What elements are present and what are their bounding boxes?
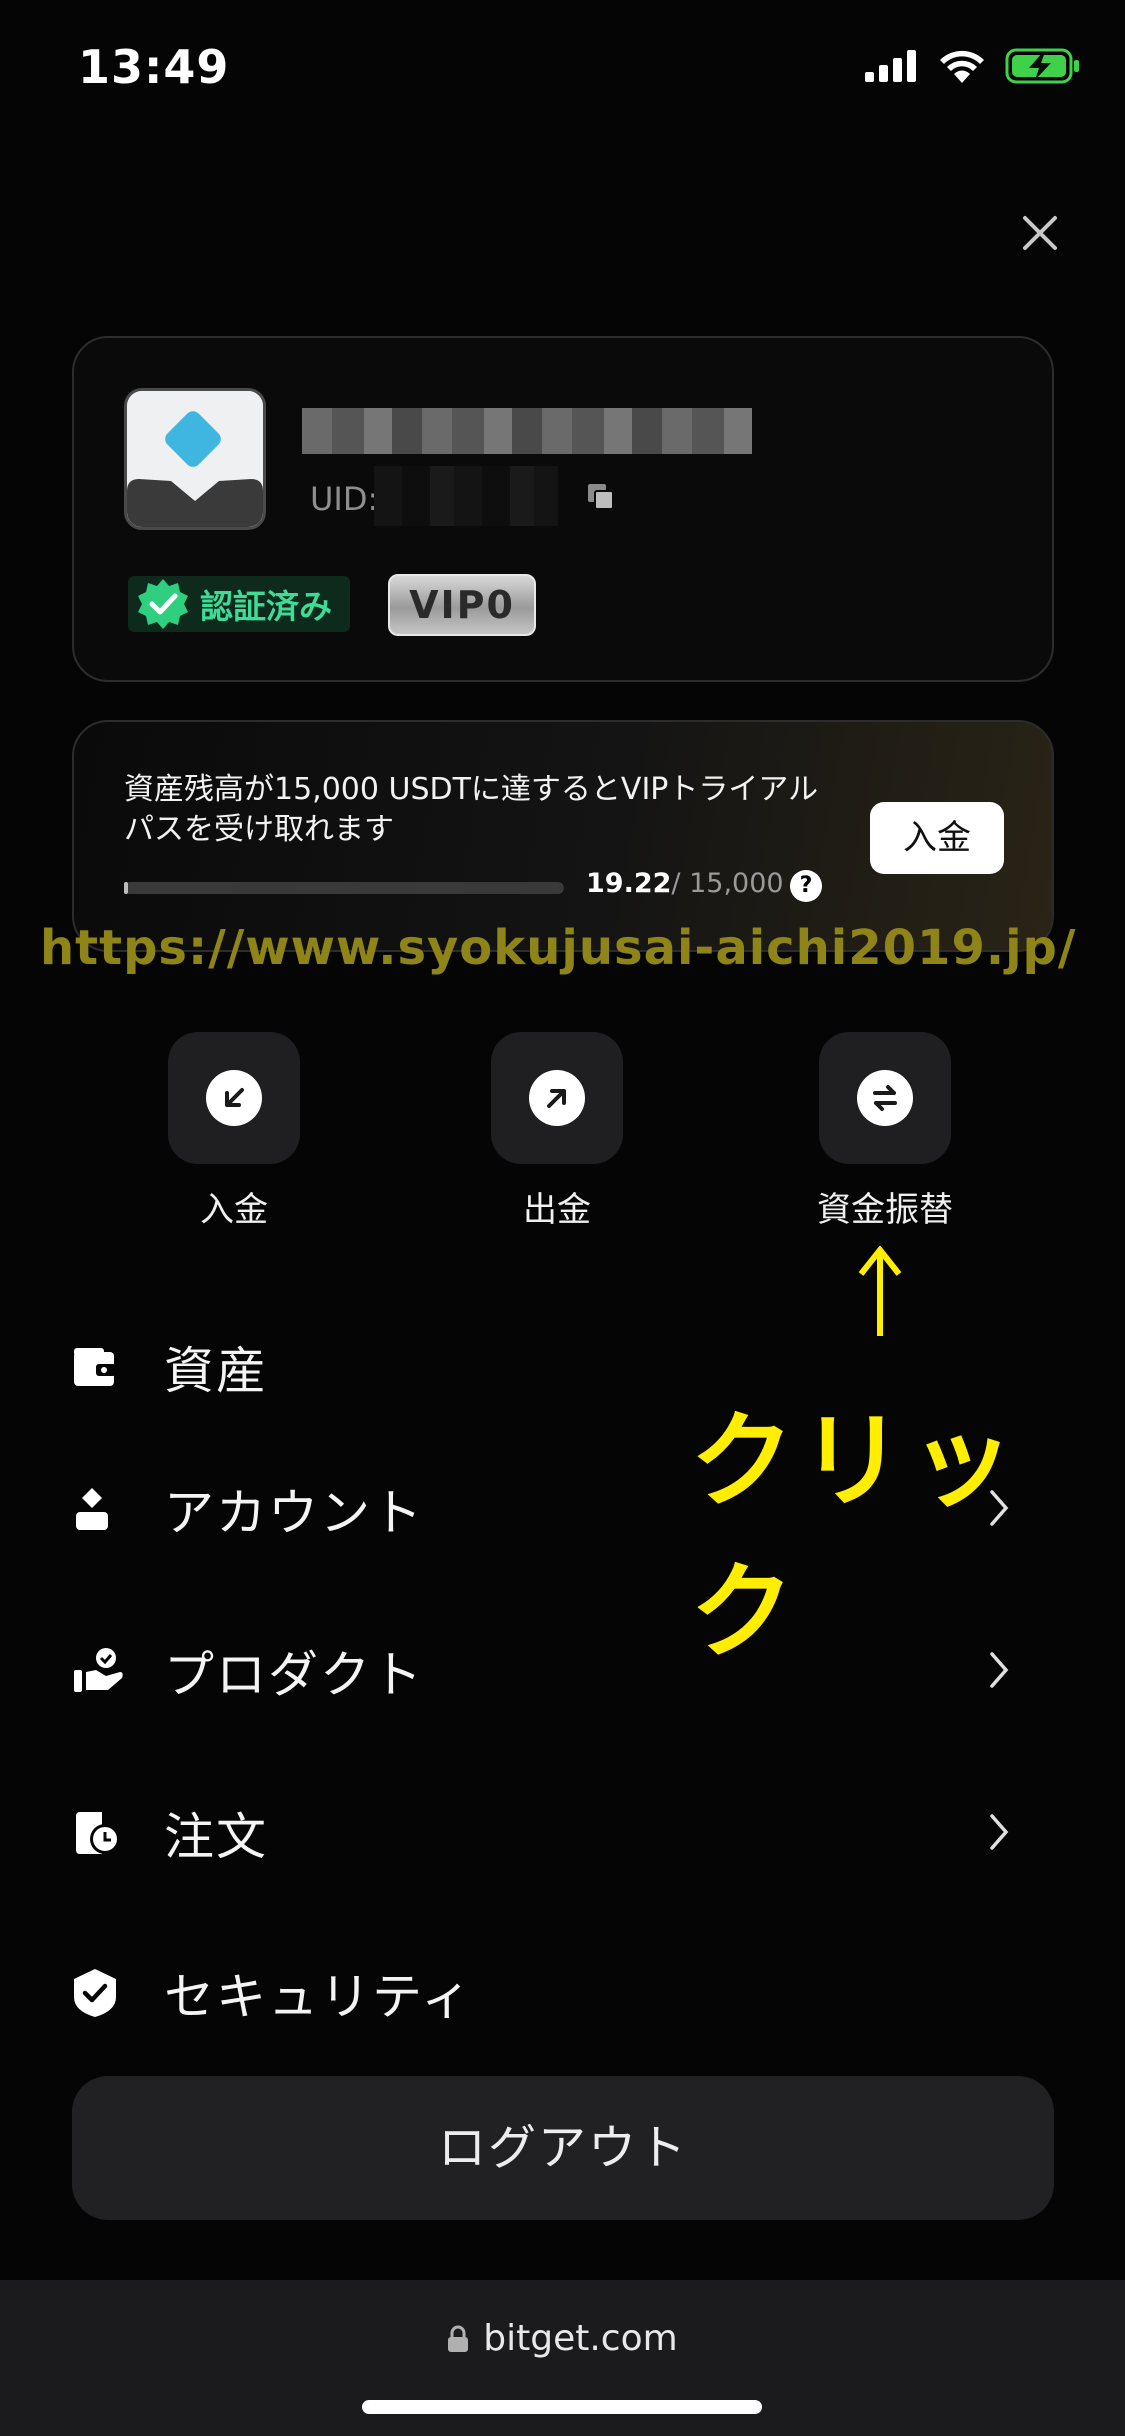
menu-item-products[interactable]: プロダクト [72,1626,1054,1716]
menu-label: セキュリティ [164,1968,473,2026]
signal-icon [865,50,916,82]
menu-label: 資産 [164,1342,268,1400]
verified-badge: 認証済み [128,576,350,632]
menu-item-orders[interactable]: 注文 [72,1788,1054,1878]
menu-item-account[interactable]: アカウント [72,1464,1054,1554]
quick-action-transfer[interactable]: 資金振替 [785,1032,985,1231]
vip-progress-fill [124,882,128,894]
chevron-right-icon [990,1814,1009,1850]
menu-label: アカウント [164,1484,424,1542]
username-redacted [302,408,752,454]
avatar-image-icon [127,391,263,527]
transfer-button[interactable] [819,1032,951,1164]
wallet-icon [74,1348,116,1386]
quick-action-label: 入金 [200,1190,268,1230]
logout-button[interactable]: ログアウト [72,2076,1054,2220]
uid-label: UID: [310,480,379,518]
quick-action-deposit[interactable]: 入金 [134,1032,334,1231]
order-clock-icon [76,1812,120,1854]
chevron-right-icon [990,1652,1009,1688]
home-indicator[interactable] [362,2400,762,2414]
deposit-button[interactable] [168,1032,300,1164]
vip-progress-value: 19.22/ 15,000 [586,868,784,899]
deposit-arrow-icon [225,1088,244,1107]
vip-progress-track [124,882,564,894]
avatar[interactable] [124,388,266,530]
copy-icon[interactable] [586,482,616,512]
quick-action-label: 出金 [523,1190,591,1230]
withdraw-button[interactable] [491,1032,623,1164]
transfer-icon [873,1085,897,1111]
progress-max: / 15,000 [671,868,784,899]
progress-current: 19.22 [586,868,672,899]
product-hand-icon [74,1648,123,1692]
uid-redacted [374,466,558,526]
browser-url-bar[interactable]: bitget.com [0,2318,1125,2359]
vip-trial-message: 資産残高が15,000 USDTに達するとVIPトライアルパスを受け取れます [124,772,819,847]
battery-charging-icon [1005,48,1079,84]
help-icon[interactable]: ? [790,870,822,902]
chevron-right-icon [990,1490,1009,1526]
shield-check-icon [74,1969,116,2017]
menu-item-security[interactable]: セキュリティ [72,1948,1054,2038]
menu-label: 注文 [164,1808,268,1866]
wifi-icon [940,50,984,83]
verified-label: 認証済み [200,587,332,626]
trial-deposit-button[interactable]: 入金 [870,802,1004,874]
close-icon[interactable] [1015,208,1065,258]
status-time: 13:49 [78,40,230,94]
status-icons [865,48,1081,84]
profile-card: UID: 認証済み VIP0 [72,336,1054,682]
quick-action-withdraw[interactable]: 出金 [457,1032,657,1231]
url-text: bitget.com [483,2318,678,2359]
menu-item-assets[interactable]: 資産 [72,1322,1054,1412]
lock-icon [448,2325,469,2352]
withdraw-arrow-icon [547,1089,566,1108]
quick-action-label: 資金振替 [817,1190,953,1230]
vip-trial-card: 資産残高が15,000 USDTに達するとVIPトライアルパスを受け取れます 1… [72,720,1054,952]
vip-level-badge[interactable]: VIP0 [388,574,536,636]
watermark-url: https://www.syokujusai-aichi2019.jp/ [40,920,1077,976]
person-icon [76,1488,108,1530]
verified-check-icon [138,579,188,629]
menu-label: プロダクト [164,1646,424,1704]
